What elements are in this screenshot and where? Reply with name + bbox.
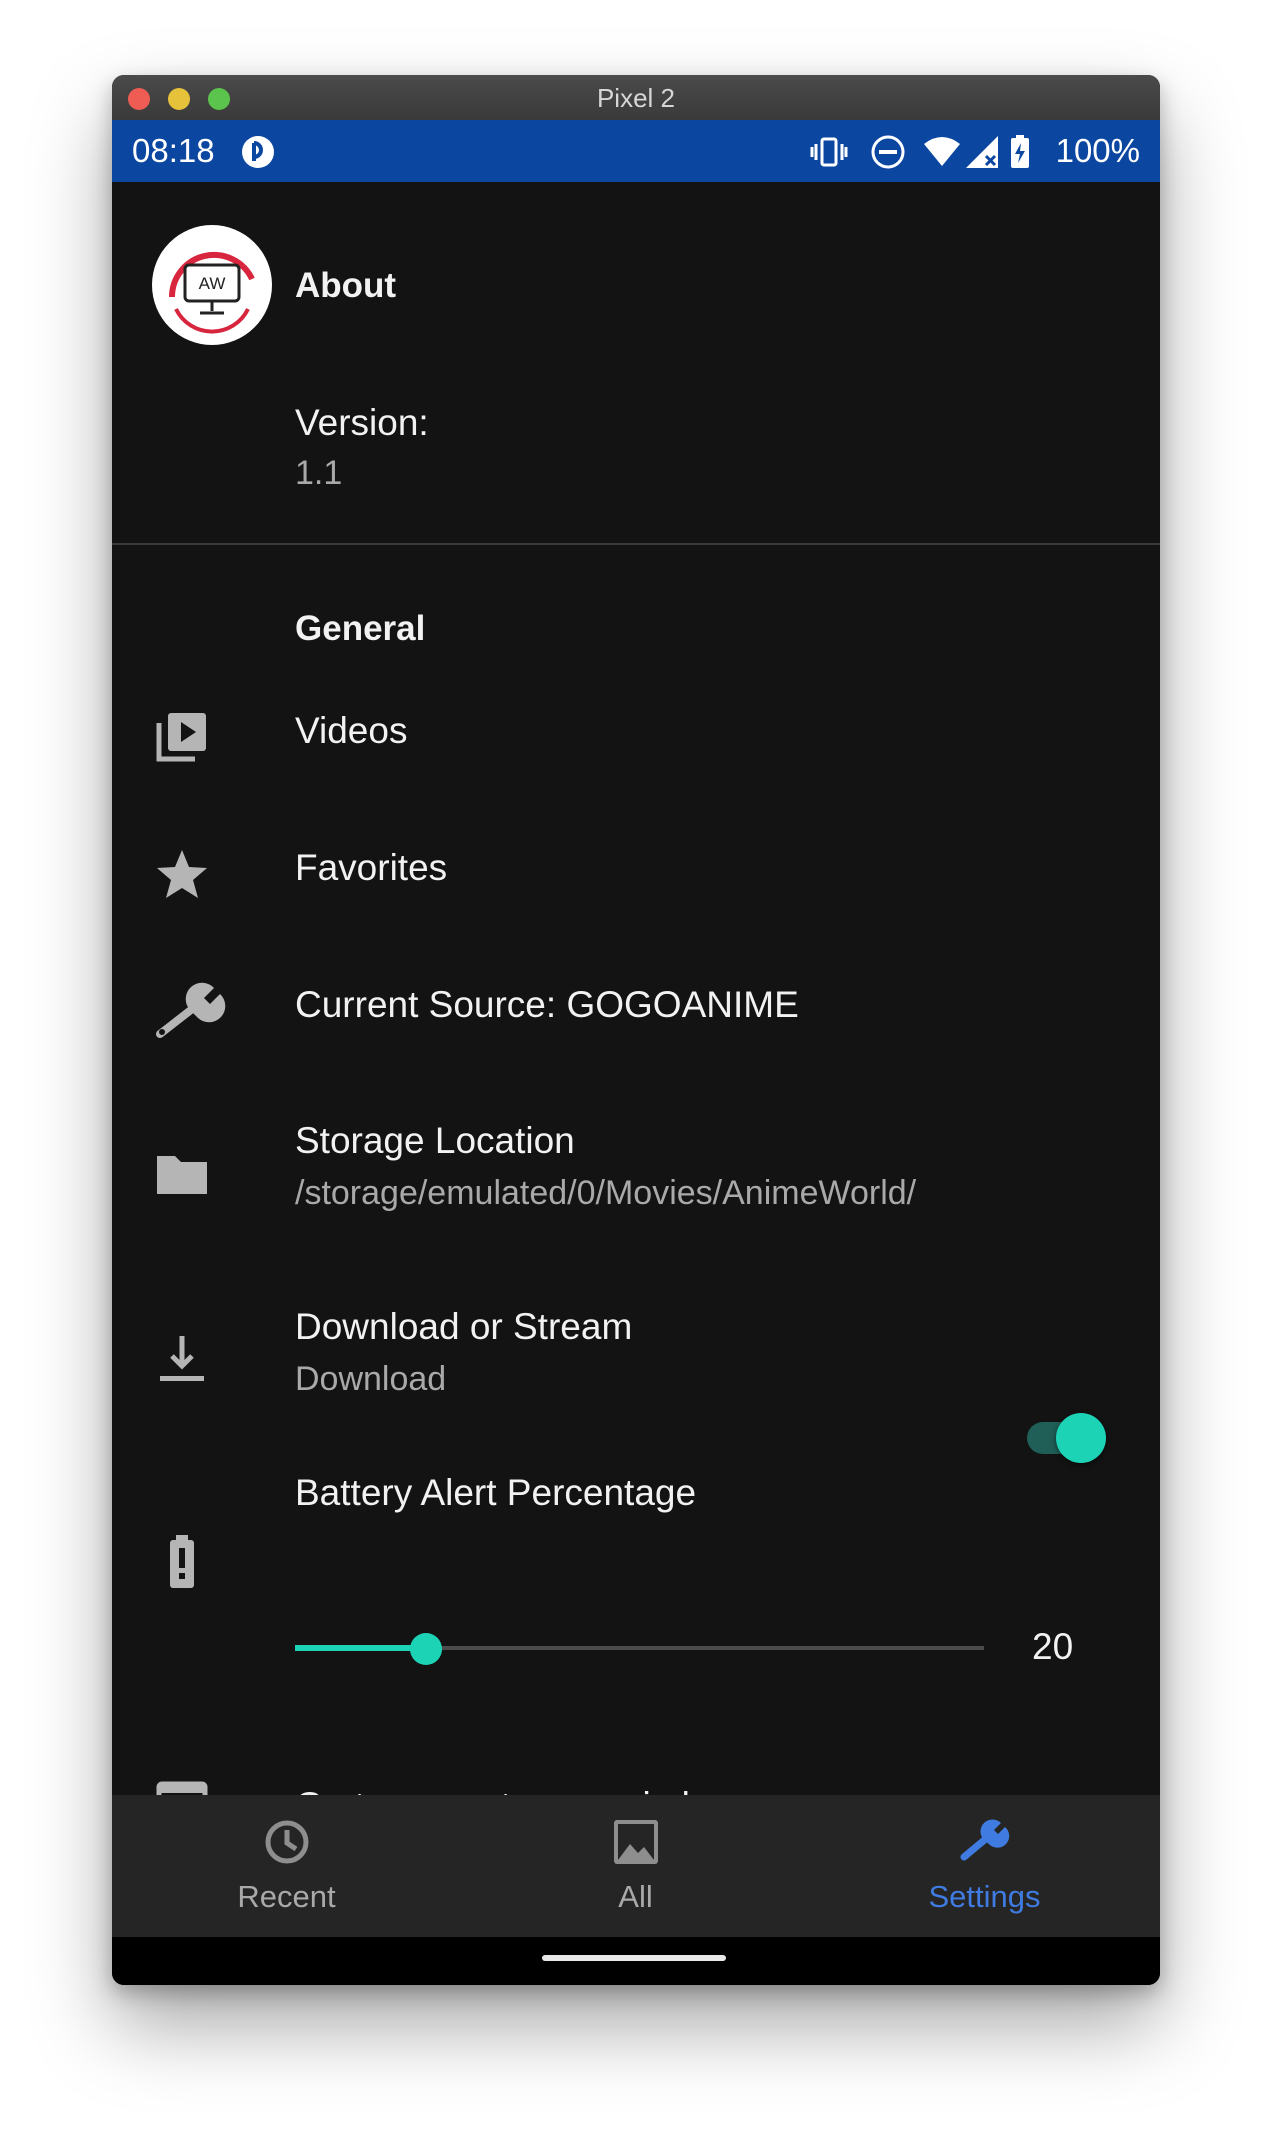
download-or-stream-value: Download bbox=[295, 1360, 447, 1398]
emulator-window: Pixel 2 08:18 100% AW About Version: 1.1… bbox=[112, 75, 1160, 1985]
bottom-navigation: Recent All Settings bbox=[112, 1795, 1160, 1937]
nav-settings[interactable]: Settings bbox=[810, 1795, 1159, 1937]
about-heading: About bbox=[295, 266, 397, 305]
video-library-icon bbox=[156, 713, 206, 762]
nav-all[interactable]: All bbox=[461, 1795, 810, 1937]
storage-location-path: /storage/emulated/0/Movies/AnimeWorld/ bbox=[295, 1174, 917, 1212]
status-bar: 08:18 100% bbox=[112, 120, 1160, 182]
battery-percentage: 100% bbox=[1055, 132, 1140, 169]
logo-text: AW bbox=[199, 274, 226, 293]
wrench-icon bbox=[960, 1819, 1009, 1861]
signal-icon bbox=[966, 136, 998, 168]
favorites-label: Favorites bbox=[295, 847, 448, 888]
battery-slider-thumb[interactable] bbox=[409, 1633, 442, 1665]
battery-alert-value: 20 bbox=[1032, 1626, 1074, 1667]
title-bar: Pixel 2 bbox=[112, 75, 1160, 121]
folder-icon bbox=[157, 1156, 207, 1194]
nav-all-label: All bbox=[618, 1879, 653, 1914]
window-title: Pixel 2 bbox=[596, 83, 676, 113]
download-or-stream-title: Download or Stream bbox=[295, 1306, 633, 1347]
app-icon bbox=[242, 136, 274, 168]
download-icon bbox=[160, 1336, 204, 1381]
wifi-icon bbox=[924, 137, 960, 166]
wrench-icon bbox=[156, 982, 226, 1038]
battery-alert-title: Battery Alert Percentage bbox=[295, 1472, 697, 1513]
nav-recent[interactable]: Recent bbox=[112, 1795, 461, 1937]
status-time: 08:18 bbox=[132, 132, 215, 169]
star-icon bbox=[157, 850, 207, 898]
battery-slider-fill bbox=[295, 1645, 426, 1651]
version-label: Version: bbox=[295, 402, 429, 443]
home-indicator[interactable] bbox=[542, 1955, 726, 1961]
download-toggle-knob[interactable] bbox=[1056, 1413, 1106, 1463]
nav-settings-label: Settings bbox=[928, 1879, 1041, 1914]
settings-list[interactable]: AW About Version: 1.1 General Videos Fav… bbox=[112, 182, 1160, 1829]
version-value: 1.1 bbox=[295, 454, 343, 492]
battery-alert-icon bbox=[170, 1535, 194, 1588]
general-heading: General bbox=[295, 609, 426, 648]
image-icon bbox=[613, 1820, 658, 1864]
gesture-bar bbox=[112, 1937, 1160, 1985]
storage-location-title: Storage Location bbox=[295, 1120, 575, 1161]
current-source-label: Current Source: GOGOANIME bbox=[295, 984, 799, 1025]
do-not-disturb-icon bbox=[871, 135, 905, 169]
app-logo: AW bbox=[152, 225, 272, 345]
videos-label: Videos bbox=[295, 710, 408, 751]
clock-icon bbox=[265, 1820, 308, 1864]
vibrate-icon bbox=[810, 137, 848, 167]
section-divider bbox=[112, 543, 1160, 545]
nav-recent-label: Recent bbox=[237, 1879, 336, 1914]
battery-charging-icon bbox=[1011, 135, 1029, 168]
